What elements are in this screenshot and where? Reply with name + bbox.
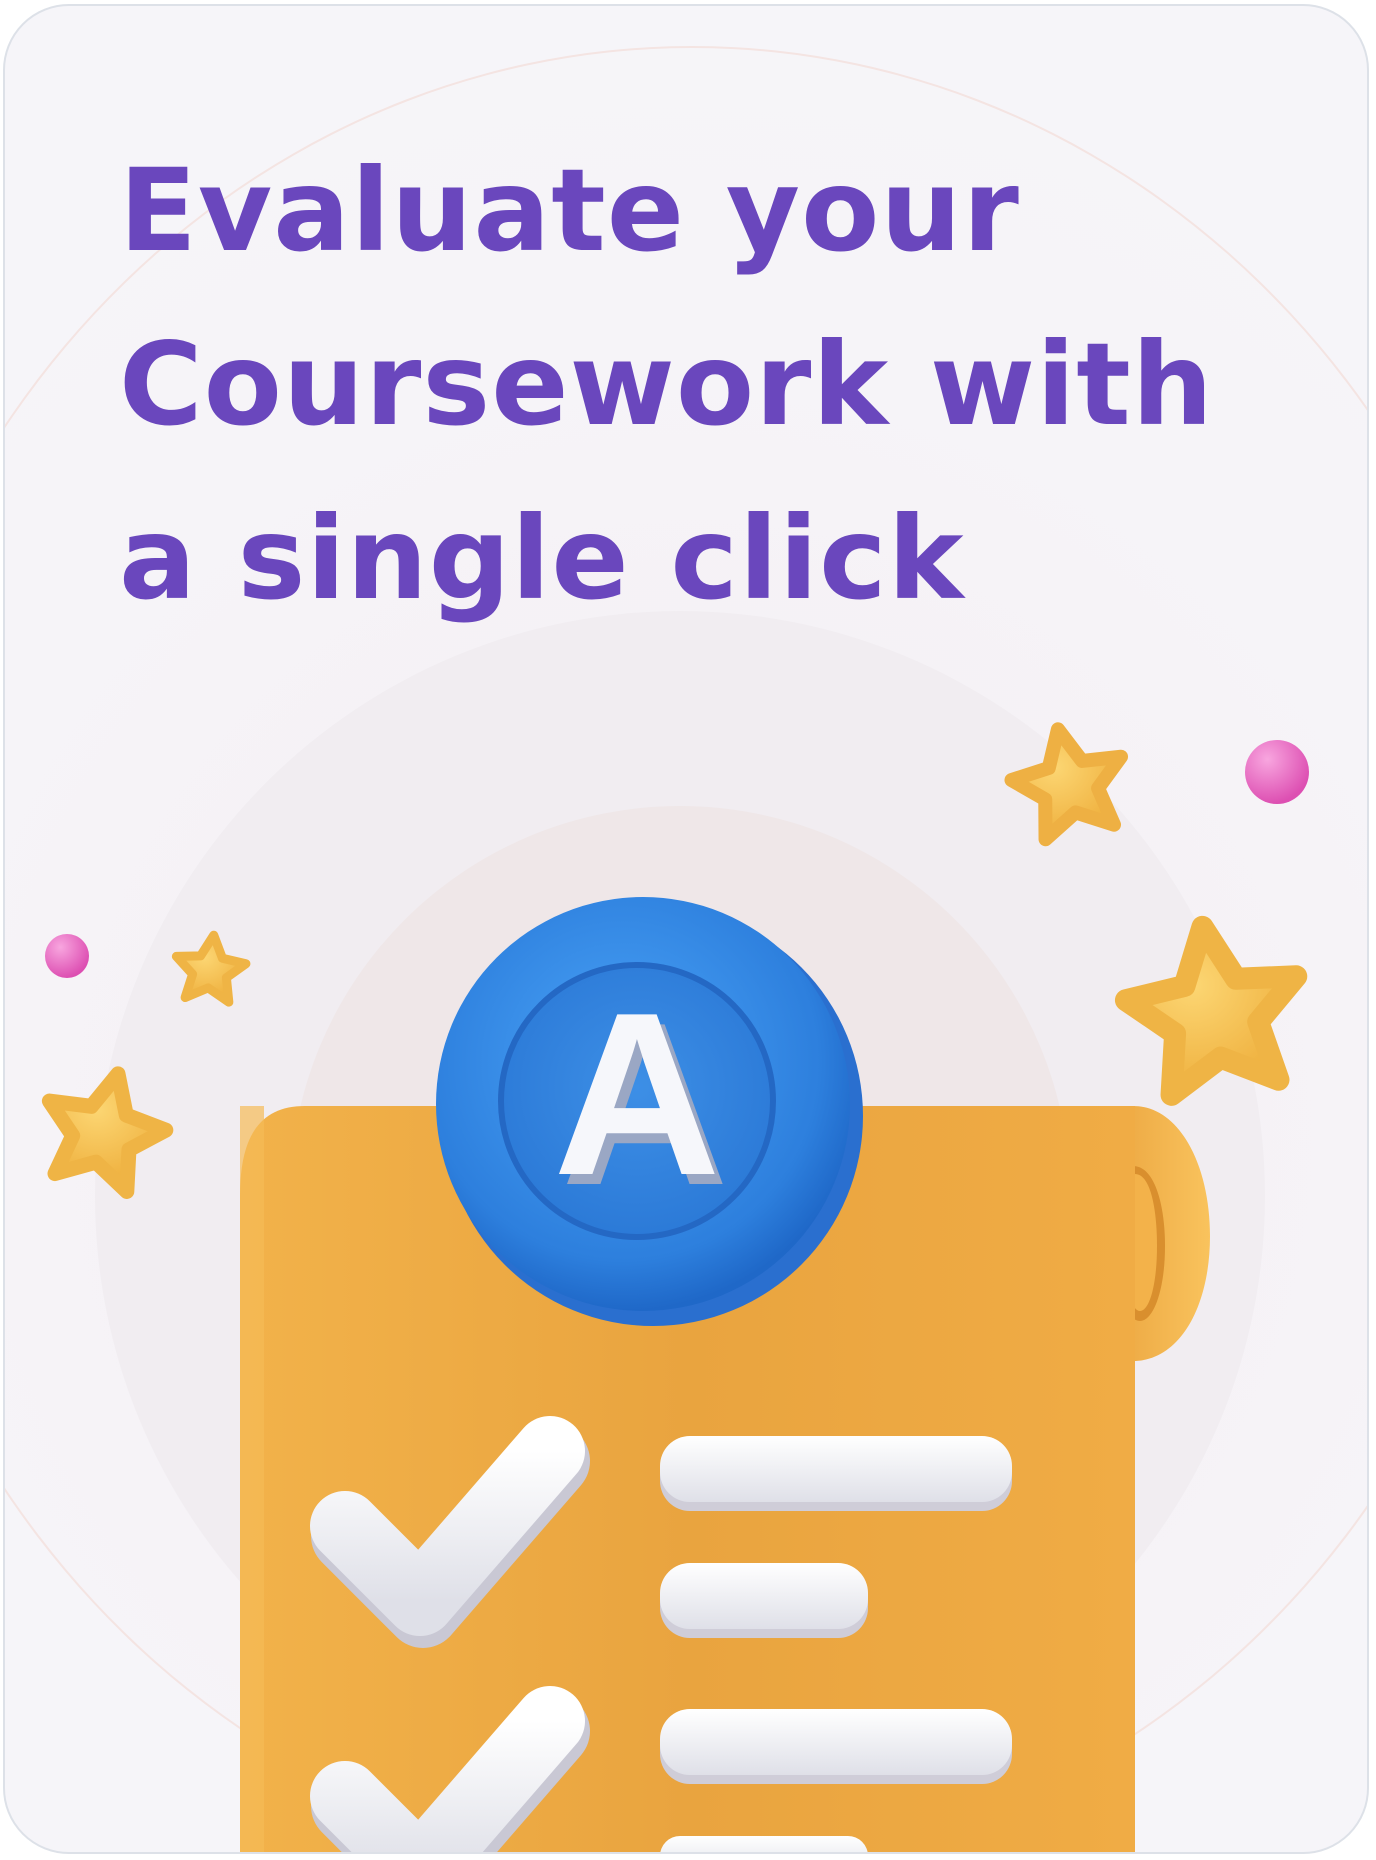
- background-glow-inner: [290, 806, 1070, 1586]
- headline-line-1: Evaluate your: [119, 144, 1020, 277]
- headline: Evaluate your Coursework with a single c…: [119, 124, 1299, 646]
- headline-line-3: a single click: [119, 492, 965, 625]
- headline-line-2: Coursework with: [119, 318, 1214, 451]
- promo-card: Evaluate your Coursework with a single c…: [3, 4, 1369, 1854]
